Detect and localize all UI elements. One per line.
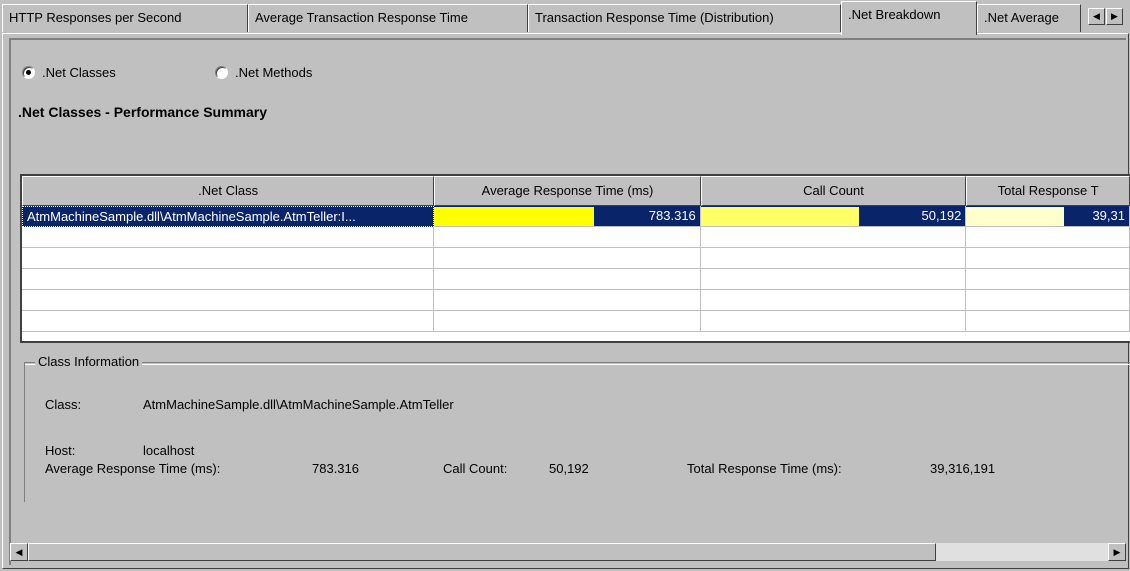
- host-value: localhost: [143, 443, 195, 458]
- column-header-average-response-time[interactable]: Average Response Time (ms): [434, 176, 701, 206]
- column-header-label: Call Count: [803, 183, 864, 198]
- total-response-time-value: 39,316,191: [930, 461, 996, 476]
- tab-scroll-left-button[interactable]: ◀: [1088, 8, 1105, 25]
- tab-transaction-response-distribution[interactable]: Transaction Response Time (Distribution): [528, 4, 841, 32]
- class-value: AtmMachineSample.dll\AtmMachineSample.At…: [143, 397, 454, 412]
- column-header-label: .Net Class: [198, 183, 259, 198]
- cell-call-count: 50,192: [700, 206, 967, 227]
- grid-header: .Net Class Average Response Time (ms) Ca…: [22, 176, 1130, 206]
- scroll-right-button[interactable]: ▶: [1108, 543, 1126, 561]
- table-row-empty: [22, 269, 1130, 290]
- triangle-right-icon: ▶: [1113, 547, 1121, 557]
- column-header-label: Total Response T: [997, 183, 1099, 198]
- tab-strip: HTTP Responses per Second Average Transa…: [0, 0, 1130, 35]
- net-class-grid[interactable]: .Net Class Average Response Time (ms) Ca…: [20, 174, 1130, 343]
- total-response-value: 39,31: [1063, 206, 1129, 226]
- table-row-empty: [22, 311, 1130, 332]
- net-classes-radio[interactable]: .Net Classes: [22, 65, 116, 80]
- column-header-call-count[interactable]: Call Count: [700, 176, 967, 206]
- table-row-empty: [22, 227, 1130, 248]
- call-count-value: 50,192: [549, 461, 589, 476]
- triangle-right-icon: ▶: [1111, 11, 1118, 21]
- scroll-left-button[interactable]: ◀: [10, 543, 28, 561]
- triangle-left-icon: ◀: [1093, 11, 1100, 21]
- cell-total-response-time: 39,31: [966, 206, 1130, 227]
- net-methods-radio[interactable]: .Net Methods: [215, 65, 312, 80]
- tab-average-transaction-response-time[interactable]: Average Transaction Response Time: [248, 4, 528, 32]
- class-label: Class:: [45, 397, 82, 412]
- tab-label: .Net Average: [984, 10, 1059, 25]
- tab-net-breakdown[interactable]: .Net Breakdown: [841, 1, 977, 35]
- tab-label: HTTP Responses per Second: [9, 10, 182, 25]
- tab-label: Transaction Response Time (Distribution): [535, 10, 774, 25]
- net-classes-label: .Net Classes: [42, 65, 116, 80]
- tab-label: Average Transaction Response Time: [255, 10, 468, 25]
- column-header-net-class[interactable]: .Net Class: [22, 176, 435, 206]
- tab-http-responses[interactable]: HTTP Responses per Second: [2, 4, 248, 32]
- table-row-empty: [22, 290, 1130, 311]
- host-label: Host:: [45, 443, 76, 458]
- average-response-value: 783.316: [593, 206, 700, 226]
- average-response-time-label: Average Response Time (ms):: [45, 461, 221, 476]
- tab-net-average[interactable]: .Net Average: [977, 4, 1081, 32]
- call-count-bar: [700, 207, 860, 226]
- column-header-total-response-time[interactable]: Total Response T: [966, 176, 1130, 206]
- average-response-time-value: 783.316: [312, 461, 359, 476]
- total-response-bar: [966, 207, 1064, 226]
- call-count-label: Call Count:: [443, 461, 508, 476]
- scrollbar-thumb[interactable]: [28, 543, 936, 561]
- table-row[interactable]: AtmMachineSample.dll\AtmMachineSample.At…: [22, 206, 1130, 227]
- column-header-label: Average Response Time (ms): [481, 183, 654, 198]
- cell-net-class: AtmMachineSample.dll\AtmMachineSample.At…: [22, 206, 435, 227]
- total-response-time-label: Total Response Time (ms):: [687, 461, 842, 476]
- horizontal-scrollbar[interactable]: ◀ ▶: [10, 543, 1126, 561]
- table-row-empty: [22, 248, 1130, 269]
- net-methods-label: .Net Methods: [235, 65, 313, 80]
- radio-checked-icon: [22, 66, 35, 79]
- tab-label: .Net Breakdown: [848, 7, 941, 22]
- class-information-title: Class Information: [35, 354, 143, 369]
- class-information-group: [24, 362, 1130, 502]
- cell-average-response-time: 783.316: [434, 206, 701, 227]
- tab-scroll-right-button[interactable]: ▶: [1106, 8, 1123, 25]
- radio-unchecked-icon: [215, 66, 228, 79]
- call-count-value: 50,192: [859, 206, 966, 226]
- summary-title: .Net Classes - Performance Summary: [18, 104, 267, 120]
- average-response-bar: [434, 207, 594, 226]
- triangle-left-icon: ◀: [15, 547, 23, 557]
